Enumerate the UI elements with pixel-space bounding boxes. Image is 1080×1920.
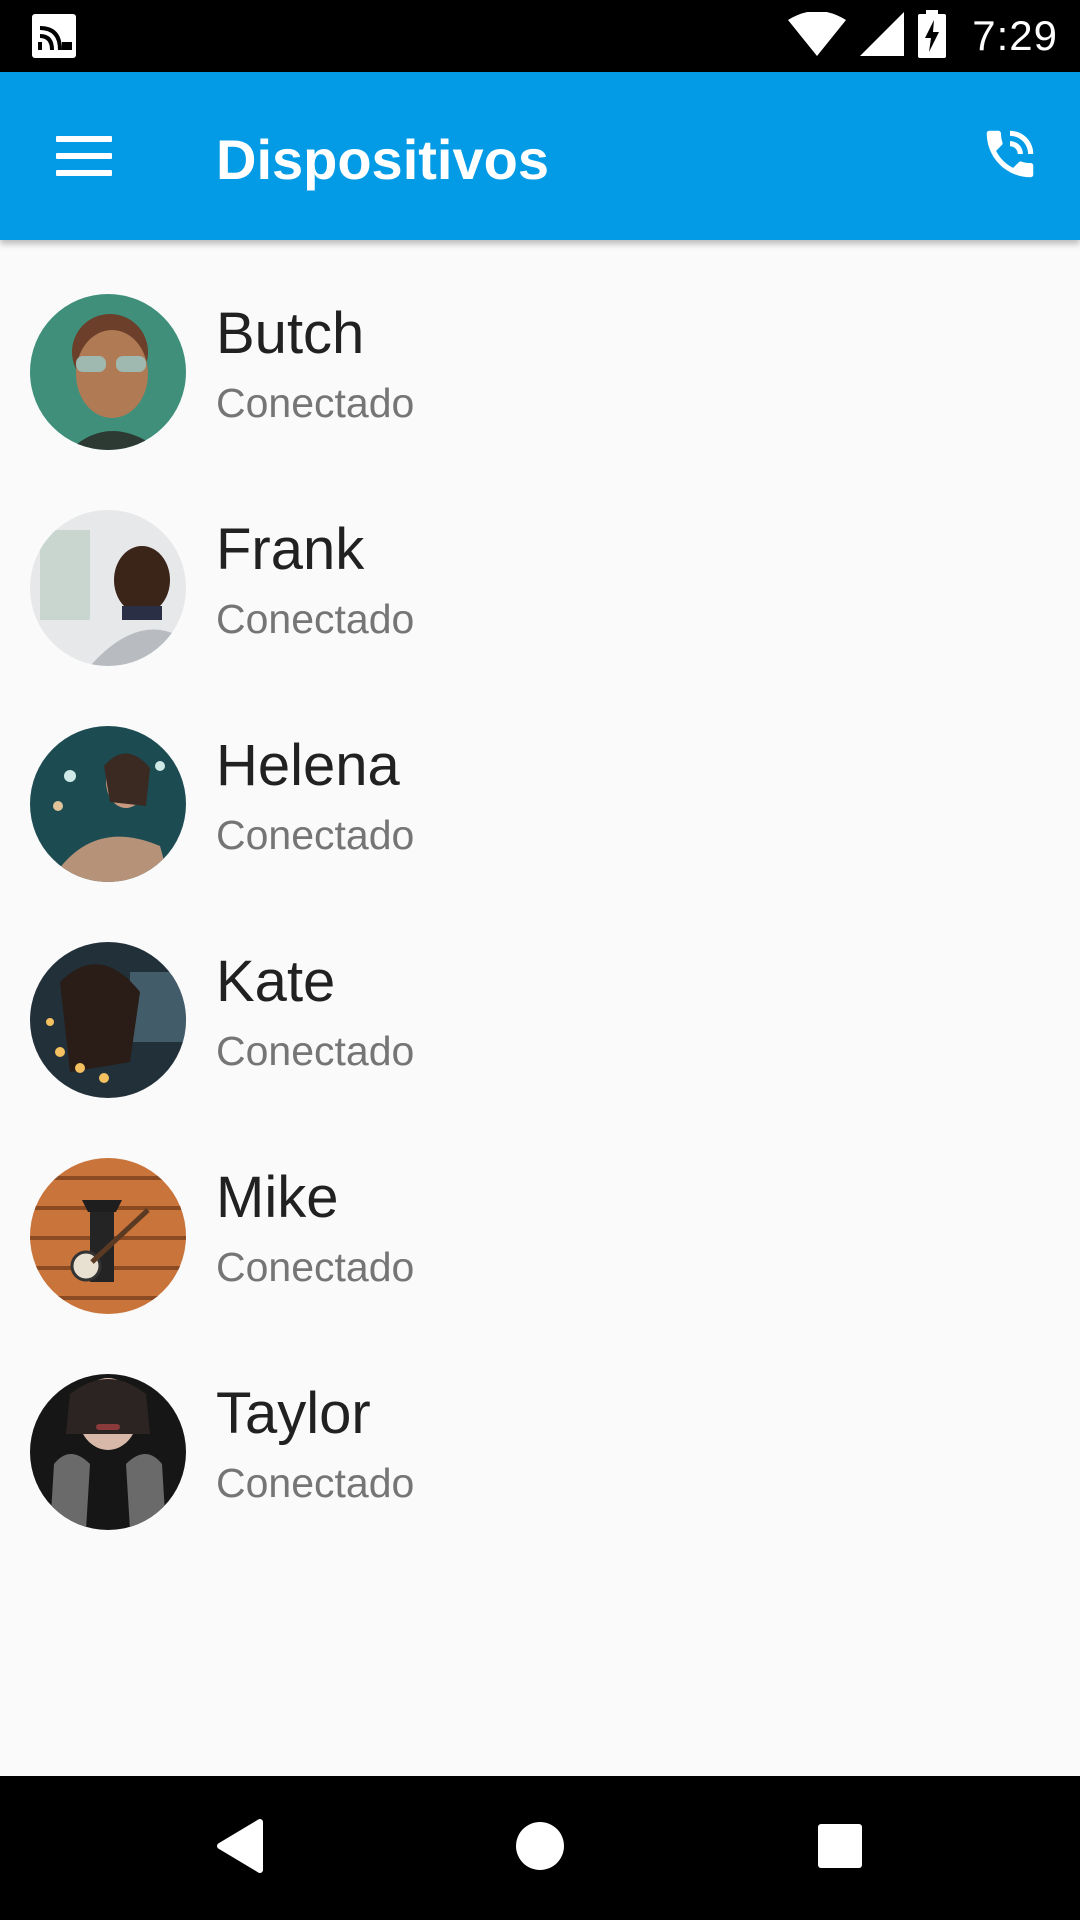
device-name: Butch bbox=[216, 301, 365, 366]
device-name: Kate bbox=[216, 949, 336, 1014]
page-title: Dispositivos bbox=[216, 128, 549, 191]
back-button[interactable] bbox=[204, 1812, 276, 1884]
status-time: 7:29 bbox=[972, 12, 1058, 59]
device-name: Helena bbox=[216, 733, 400, 798]
device-status: Conectado bbox=[216, 1028, 415, 1074]
avatar bbox=[30, 942, 186, 1098]
list-item[interactable]: Butch Conectado bbox=[0, 240, 1080, 456]
device-status: Conectado bbox=[216, 380, 415, 426]
cell-signal-icon bbox=[860, 11, 905, 61]
avatar bbox=[30, 1158, 186, 1314]
back-icon bbox=[214, 1818, 266, 1879]
battery-charging-icon bbox=[918, 9, 947, 63]
device-status: Conectado bbox=[216, 1244, 415, 1290]
list-item[interactable]: Kate Conectado bbox=[0, 888, 1080, 1104]
avatar bbox=[30, 726, 186, 882]
wifi-icon bbox=[788, 10, 847, 61]
avatar bbox=[30, 510, 186, 666]
device-name: Mike bbox=[216, 1165, 339, 1230]
call-button[interactable] bbox=[970, 116, 1050, 196]
device-name: Taylor bbox=[216, 1381, 371, 1446]
avatar bbox=[30, 1374, 186, 1530]
recents-button[interactable] bbox=[804, 1812, 876, 1884]
cast-signal-icon bbox=[30, 12, 78, 60]
device-status: Conectado bbox=[216, 1460, 415, 1506]
recents-icon bbox=[816, 1822, 864, 1875]
avatar bbox=[30, 294, 186, 450]
home-button[interactable] bbox=[504, 1812, 576, 1884]
menu-button[interactable] bbox=[44, 120, 124, 192]
device-status: Conectado bbox=[216, 812, 415, 858]
device-status: Conectado bbox=[216, 596, 415, 642]
list-item[interactable]: Taylor Conectado bbox=[0, 1320, 1080, 1536]
phone-call-icon bbox=[979, 123, 1041, 190]
device-name: Frank bbox=[216, 517, 365, 582]
device-list: Butch Conectado Frank Conectado Helena C… bbox=[0, 240, 1080, 1536]
navigation-bar bbox=[0, 1776, 1080, 1920]
status-icons: 7:29 bbox=[774, 0, 1058, 72]
list-item[interactable]: Mike Conectado bbox=[0, 1104, 1080, 1320]
list-item[interactable]: Helena Conectado bbox=[0, 672, 1080, 888]
app-bar: Dispositivos bbox=[0, 72, 1080, 240]
list-item[interactable]: Frank Conectado bbox=[0, 456, 1080, 672]
status-bar: 7:29 bbox=[0, 0, 1080, 72]
screen: 7:29 Dispositivos Butch Conectado Frank … bbox=[0, 0, 1080, 1920]
home-icon bbox=[514, 1820, 566, 1877]
